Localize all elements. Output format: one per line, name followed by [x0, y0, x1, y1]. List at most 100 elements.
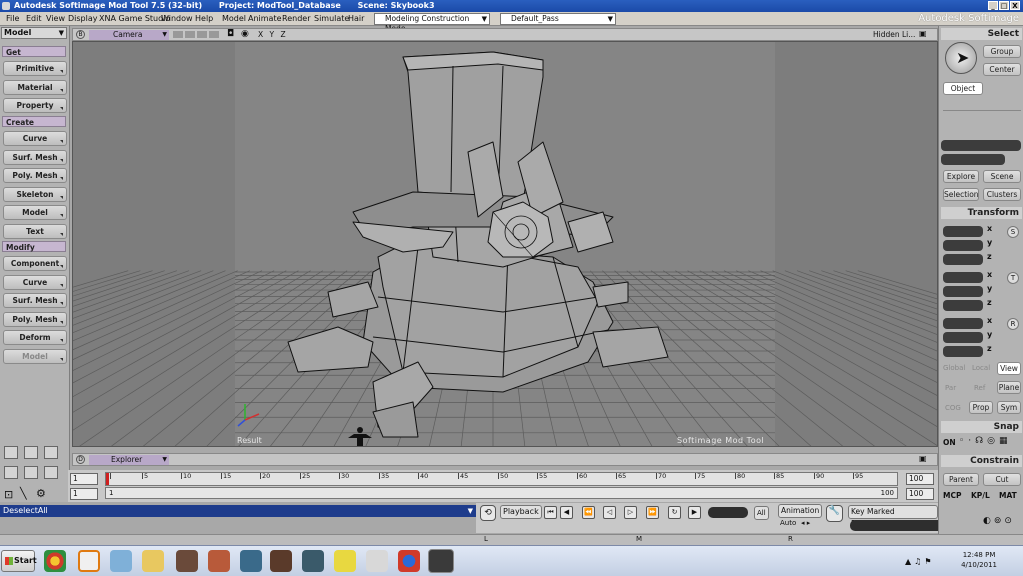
translate-y-field[interactable] — [943, 332, 983, 343]
timeline-end-field[interactable]: 100 — [906, 473, 934, 485]
start-button[interactable]: Start — [1, 550, 37, 572]
layout-horizontal-icon[interactable] — [24, 466, 38, 479]
menu-window[interactable]: Window — [161, 12, 193, 26]
rotate-y-field[interactable] — [943, 286, 983, 297]
close-button[interactable]: X — [1010, 1, 1020, 10]
layout-quad-icon[interactable] — [4, 466, 18, 479]
local-button[interactable]: Local — [972, 364, 990, 372]
scale-x-field[interactable] — [943, 226, 983, 237]
translate-x-field[interactable] — [943, 318, 983, 329]
scale-z-field[interactable] — [943, 254, 983, 265]
clock[interactable]: 12:48 PM 4/10/2011 — [961, 550, 997, 570]
camera-icon[interactable]: ◘ — [227, 29, 234, 39]
skeleton-button[interactable]: Skeleton — [3, 187, 67, 202]
chrome-icon[interactable] — [44, 550, 66, 572]
group-button[interactable]: Group — [983, 45, 1021, 58]
menu-hair[interactable]: Hair — [348, 12, 364, 26]
explorer-letter[interactable]: D — [76, 455, 85, 464]
all-button[interactable]: All — [754, 506, 769, 520]
menu-display[interactable]: Display — [68, 12, 98, 26]
loop-icon[interactable]: ⟲ — [480, 505, 496, 521]
pass-select[interactable]: Default_Pass ▼ — [500, 13, 616, 25]
menu-file[interactable]: File — [6, 12, 19, 26]
axis-buttons[interactable]: X Y Z — [258, 30, 288, 39]
folder-icon[interactable] — [142, 550, 164, 572]
translate-button[interactable]: R — [1007, 318, 1019, 330]
prev-frame-icon[interactable]: ◀ — [560, 506, 573, 519]
modify-poly-mesh-button[interactable]: Poly. Mesh — [3, 312, 67, 327]
animation-menu[interactable]: Animation — [778, 504, 823, 518]
explore-button[interactable]: Explore — [943, 170, 979, 183]
create-poly-mesh-button[interactable]: Poly. Mesh — [3, 168, 67, 183]
timeline-ruler[interactable]: 5 10 15 20 25 30 35 40 45 50 55 60 65 70 75 80 85 90 95 — [105, 472, 898, 486]
refresh-icon[interactable]: ↻ — [668, 506, 681, 519]
key-field[interactable] — [850, 520, 948, 531]
playhead[interactable] — [106, 473, 109, 485]
kpl-button[interactable]: KP/L — [971, 491, 990, 500]
material-button[interactable]: Material — [3, 80, 67, 95]
tray-icons[interactable]: ▲♫⚑ — [905, 557, 935, 566]
select-tool-icon[interactable]: ⊡ — [4, 488, 13, 501]
maximize-explorer-icon[interactable]: ▣ — [919, 454, 927, 463]
key-marked-parameters-button[interactable]: Key Marked Parameters — [848, 505, 938, 528]
media-player-icon[interactable] — [78, 550, 100, 572]
next-frame-icon[interactable]: ▶ — [688, 506, 701, 519]
notepad-icon[interactable] — [110, 550, 132, 572]
scale-y-field[interactable] — [943, 240, 983, 251]
cut-button[interactable]: Cut — [983, 473, 1021, 486]
app-icon-2[interactable] — [302, 550, 324, 572]
scene-button[interactable]: Scene — [983, 170, 1021, 183]
play-backward-icon[interactable]: ◁ — [603, 506, 616, 519]
menu-simulate[interactable]: Simulate — [314, 12, 349, 26]
layout-split-icon[interactable] — [24, 446, 38, 459]
modify-curve-button[interactable]: Curve — [3, 275, 67, 290]
layout-vertical-icon[interactable] — [44, 446, 58, 459]
play-icon[interactable]: ▷ — [624, 506, 637, 519]
gimp-icon[interactable] — [334, 550, 356, 572]
selection-button[interactable]: Selection — [943, 188, 979, 201]
rotate-x-field[interactable] — [943, 272, 983, 283]
menu-render[interactable]: Render — [282, 12, 310, 26]
softimage-icon[interactable] — [428, 549, 454, 573]
ref-button[interactable]: Ref — [974, 384, 985, 392]
menu-model[interactable]: Model — [222, 12, 246, 26]
rotate-z-field[interactable] — [943, 300, 983, 311]
paint-tool-icon[interactable]: ╲ — [20, 487, 27, 500]
construction-mode-select[interactable]: Modeling Construction Mode ▼ — [374, 13, 490, 33]
component-button[interactable]: Component — [3, 256, 67, 271]
snap-option-icons[interactable]: ◦⋅☊◎▦ — [959, 436, 1012, 446]
auto-key-button[interactable]: Auto — [780, 519, 796, 527]
snap-on-button[interactable]: ON — [943, 438, 956, 447]
misc-tool-icons[interactable]: ◐⊚⊙ — [983, 516, 1015, 526]
menu-animate[interactable]: Animate — [248, 12, 282, 26]
timeline-range-bar[interactable]: 1 100 — [105, 487, 898, 499]
select-arrow-icon[interactable]: ➤ — [945, 42, 977, 74]
center-button[interactable]: Center — [983, 63, 1021, 76]
mat-button[interactable]: MAT — [999, 491, 1017, 500]
object-button[interactable]: Object — [943, 82, 983, 95]
menu-edit[interactable]: Edit — [26, 12, 42, 26]
translate-z-field[interactable] — [943, 346, 983, 357]
cog-button[interactable]: COG — [945, 404, 961, 412]
chevron-down-icon[interactable]: ▼ — [468, 505, 473, 517]
display-mode-select[interactable]: Hidden Li... — [873, 30, 915, 39]
game2-icon[interactable] — [208, 550, 230, 572]
next-key-icon[interactable]: ⏩ — [646, 506, 659, 519]
prop-button[interactable]: Prop — [969, 401, 993, 414]
menu-help[interactable]: Help — [195, 12, 213, 26]
app-window-icon[interactable] — [240, 550, 262, 572]
modify-model-button[interactable]: Model — [3, 349, 67, 364]
eye-icon[interactable]: ◉ — [241, 29, 249, 39]
menu-xna[interactable]: XNA Game Studio — [99, 12, 170, 26]
create-model-button[interactable]: Model — [3, 205, 67, 220]
playback-menu[interactable]: Playback — [500, 505, 542, 519]
plane-button[interactable]: Plane — [997, 381, 1021, 394]
first-frame-icon[interactable]: ⏮ — [544, 506, 557, 519]
global-button[interactable]: Global — [943, 364, 965, 372]
game-icon[interactable] — [176, 550, 198, 572]
clusters-button[interactable]: Clusters — [983, 188, 1021, 201]
scale-button[interactable]: S — [1007, 226, 1019, 238]
prev-key-icon[interactable]: ⏪ — [582, 506, 595, 519]
trooper-icon[interactable] — [366, 550, 388, 572]
deform-button[interactable]: Deform — [3, 330, 67, 345]
